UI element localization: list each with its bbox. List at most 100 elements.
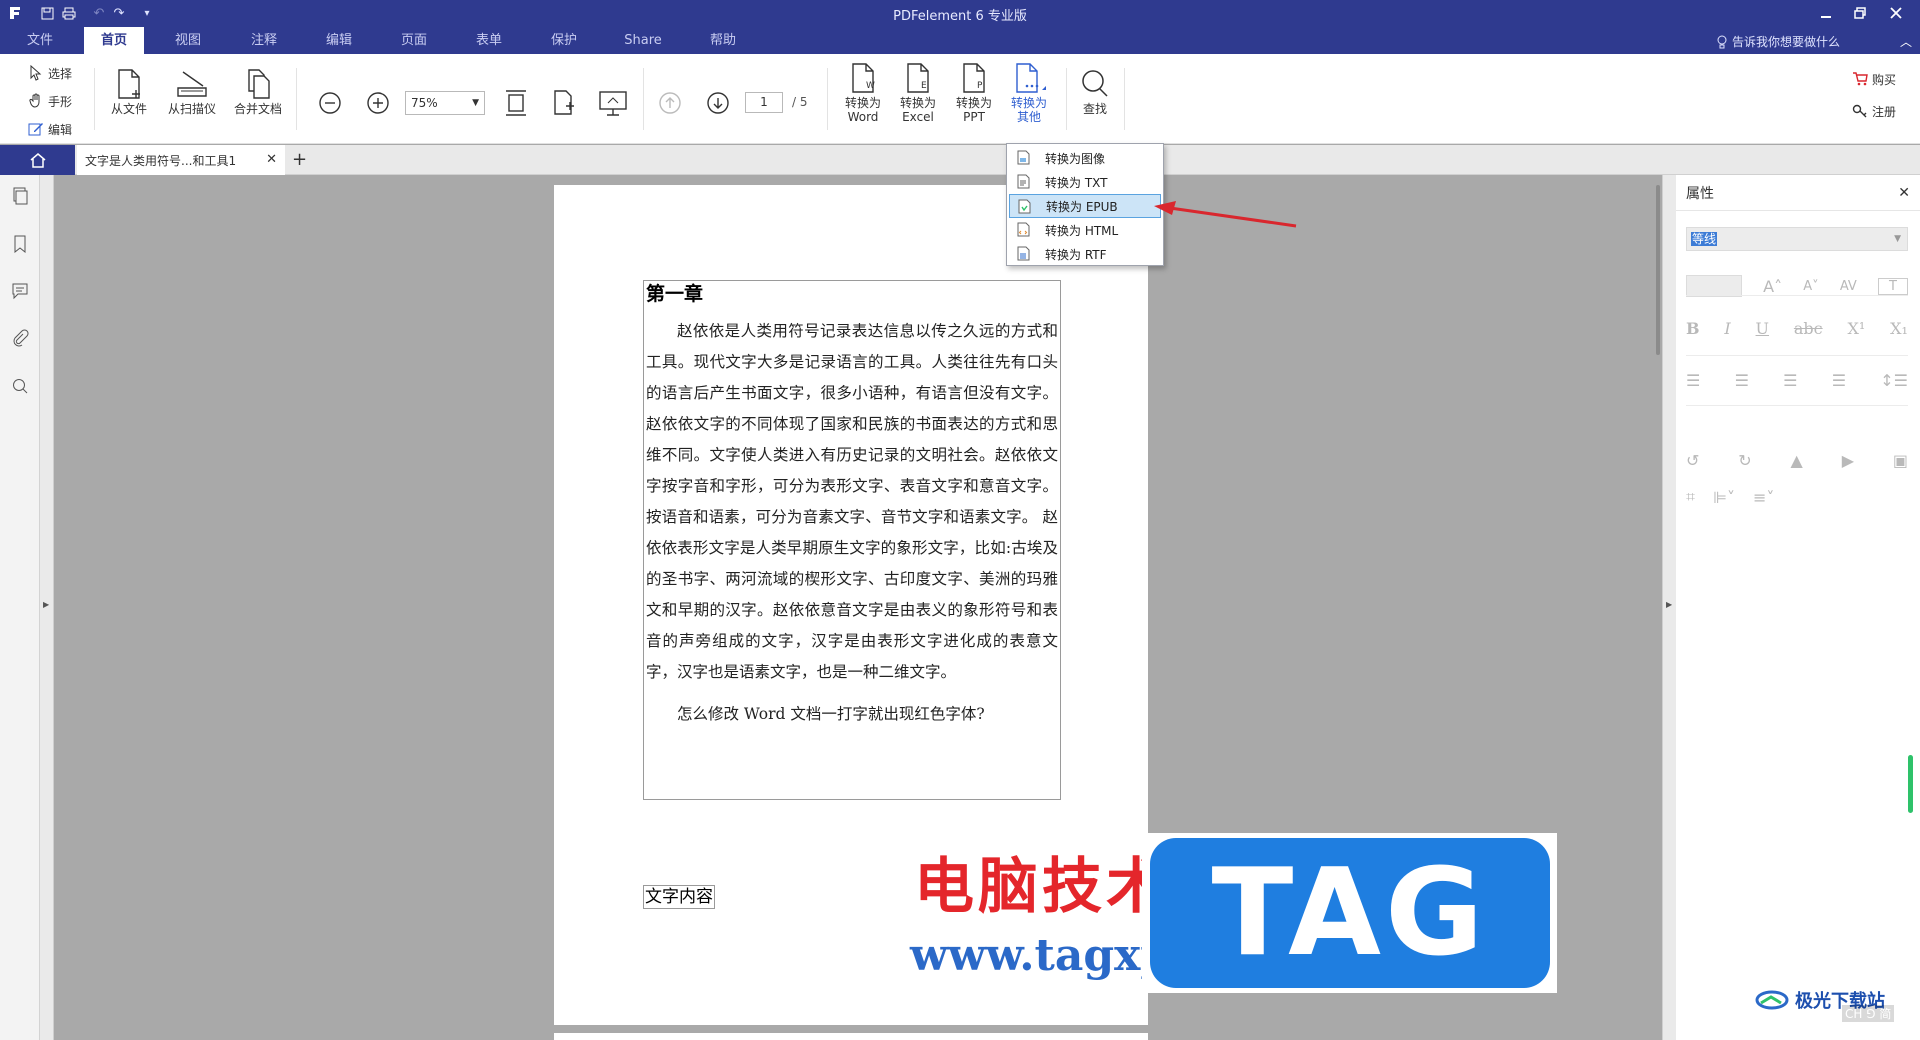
close-panel-icon[interactable]: ✕ (1898, 185, 1910, 201)
document-tab[interactable]: 文字是人类用符号...和工具1 ✕ (77, 145, 285, 175)
menu-item-label: 转换为 HTML (1045, 223, 1119, 238)
crop-icon[interactable]: ⌗ (1686, 487, 1695, 507)
search-panel-icon[interactable] (11, 377, 29, 395)
font-size-row: A˄ A˅ AV T (1686, 275, 1908, 297)
menu-item-convert-rtf[interactable]: 转换为 RTF (1009, 242, 1161, 266)
convert-to-other-button[interactable]: 转换为 其他 (998, 62, 1060, 124)
convert-to-excel-button[interactable]: E 转换为 Excel (887, 62, 949, 124)
convert-excel-label-1: 转换为 (899, 96, 936, 110)
menu-item-convert-epub[interactable]: 转换为 EPUB (1009, 194, 1161, 218)
presentation-icon[interactable] (598, 88, 628, 118)
comments-icon[interactable] (11, 282, 29, 300)
find-button[interactable]: 查找 (1064, 68, 1126, 116)
strikethrough-icon[interactable]: abc (1794, 319, 1823, 338)
tab-form[interactable]: 表单 (459, 27, 519, 54)
text-box-icon[interactable]: T (1877, 277, 1908, 295)
page-number-input[interactable]: 1 (745, 92, 783, 113)
right-panel-toggle[interactable]: ▶ (1662, 175, 1676, 1040)
text-block[interactable]: 第一章 赵依依是人类用符号记录表达信息以传之久远的方式和工具。现代文字大多是记录… (643, 280, 1061, 800)
previous-page-icon[interactable] (658, 91, 682, 115)
menu-item-convert-txt[interactable]: 转换为 TXT (1009, 170, 1161, 194)
rotate-page-icon[interactable] (550, 88, 576, 118)
close-window-icon[interactable] (1883, 2, 1909, 24)
quick-access-dropdown-icon[interactable]: ▾ (138, 4, 156, 22)
add-tab-icon[interactable]: + (292, 149, 307, 170)
subscript-icon[interactable]: X₁ (1890, 319, 1908, 338)
zoom-out-icon[interactable] (318, 91, 342, 115)
tab-view[interactable]: 视图 (158, 27, 218, 54)
menu-item-label: 转换为图像 (1045, 151, 1106, 166)
zoom-in-icon[interactable] (366, 91, 390, 115)
convert-to-ppt-button[interactable]: P 转换为 PPT (943, 62, 1005, 124)
combine-files-button[interactable]: 合并文档 (227, 68, 289, 116)
from-scanner-button[interactable]: 从扫描仪 (161, 68, 223, 116)
svg-text:E: E (921, 81, 927, 91)
register-button[interactable]: 注册 (1852, 100, 1896, 122)
fit-height-icon[interactable] (503, 88, 529, 118)
select-tool-button[interactable]: 选择 (28, 62, 72, 84)
thumbnails-icon[interactable] (11, 187, 29, 205)
italic-icon[interactable]: I (1724, 319, 1730, 338)
tab-comment[interactable]: 注释 (234, 27, 294, 54)
from-scanner-label: 从扫描仪 (167, 102, 216, 116)
collapse-ribbon-icon[interactable]: ︿ (1900, 33, 1912, 50)
redo-icon[interactable]: ↷ (110, 4, 128, 22)
replace-image-icon[interactable]: ▣ (1893, 451, 1908, 470)
save-icon[interactable] (38, 4, 56, 22)
tab-share[interactable]: Share (613, 27, 673, 54)
close-tab-icon[interactable]: ✕ (266, 152, 277, 167)
align-objects-icon[interactable]: ⊫˅ (1713, 488, 1735, 507)
left-panel-toggle[interactable]: ▶ (40, 175, 54, 1040)
font-size-select[interactable] (1686, 275, 1742, 297)
home-tab[interactable] (0, 145, 75, 175)
line-spacing-icon[interactable]: ↕☰ (1880, 371, 1908, 390)
tab-page[interactable]: 页面 (384, 27, 444, 54)
left-sidebar (0, 175, 40, 1040)
vertical-scrollbar[interactable] (1656, 185, 1660, 355)
text-content-box[interactable]: 文字内容 (643, 885, 715, 909)
menu-item-convert-image[interactable]: 转换为图像 (1009, 146, 1161, 170)
increase-font-icon[interactable]: A˄ (1763, 277, 1782, 296)
convert-to-word-button[interactable]: W 转换为 Word (832, 62, 894, 124)
ime-indicator[interactable]: CH ⅁ 简 (1842, 1005, 1895, 1022)
align-left-icon[interactable]: ☰ (1686, 371, 1700, 390)
buy-button[interactable]: 购买 (1852, 68, 1896, 90)
convert-other-menu: 转换为图像 转换为 TXT 转换为 EPUB 转换为 HTML 转换为 RTF (1006, 143, 1164, 266)
rotate-left-icon[interactable]: ↺ (1686, 451, 1699, 470)
attachment-icon[interactable] (11, 329, 29, 347)
app-logo-icon (6, 4, 24, 22)
from-file-button[interactable]: 从文件 (98, 68, 160, 116)
zoom-select[interactable]: 75% ▼ (405, 91, 485, 115)
char-spacing-icon[interactable]: AV (1840, 279, 1857, 294)
edit-tool-button[interactable]: 编辑 (28, 118, 72, 140)
tell-me-search[interactable]: 告诉我你想要做什么 (1716, 33, 1840, 50)
print-icon[interactable] (60, 4, 78, 22)
flip-horizontal-icon[interactable]: ▶ (1842, 451, 1854, 470)
undo-icon[interactable]: ↶ (90, 4, 108, 22)
flip-vertical-icon[interactable]: ▲ (1791, 451, 1803, 470)
rotate-right-icon[interactable]: ↻ (1738, 451, 1751, 470)
tab-file[interactable]: 文件 (10, 27, 70, 54)
underline-icon[interactable]: U (1756, 319, 1769, 338)
paragraph: 赵依依是人类用符号记录表达信息以传之久远的方式和工具。现代文字大多是记录语言的工… (646, 322, 1058, 681)
epub-file-icon (1018, 199, 1031, 214)
bookmark-icon[interactable] (11, 235, 29, 253)
align-justify-icon[interactable]: ☰ (1832, 371, 1846, 390)
decrease-font-icon[interactable]: A˅ (1803, 279, 1818, 294)
tab-protect[interactable]: 保护 (534, 27, 594, 54)
tab-help[interactable]: 帮助 (693, 27, 753, 54)
next-page-icon[interactable] (706, 91, 730, 115)
convert-other-label-1: 转换为 (1010, 96, 1047, 110)
tab-home[interactable]: 首页 (84, 27, 144, 54)
superscript-icon[interactable]: X¹ (1847, 319, 1865, 338)
menu-item-convert-html[interactable]: 转换为 HTML (1009, 218, 1161, 242)
font-family-select[interactable]: 等线 ▼ (1686, 227, 1908, 251)
align-center-icon[interactable]: ☰ (1735, 371, 1749, 390)
restore-icon[interactable] (1847, 2, 1873, 24)
minimize-icon[interactable] (1813, 2, 1839, 24)
bold-icon[interactable]: B (1686, 319, 1700, 338)
hand-tool-button[interactable]: 手形 (28, 90, 72, 112)
align-right-icon[interactable]: ☰ (1783, 371, 1797, 390)
tab-edit[interactable]: 编辑 (309, 27, 369, 54)
distribute-objects-icon[interactable]: ≡˅ (1753, 488, 1774, 507)
